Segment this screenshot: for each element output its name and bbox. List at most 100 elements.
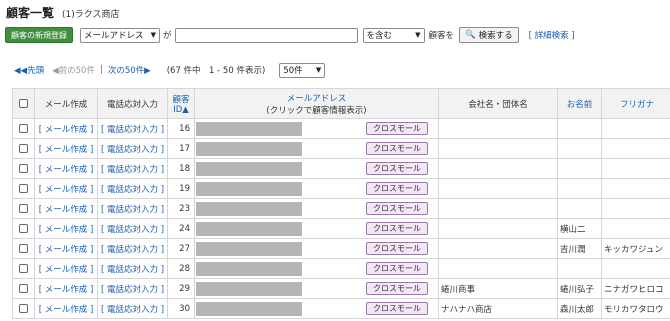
name-cell xyxy=(557,138,602,159)
search-field-select[interactable]: メールアドレス ▼ xyxy=(80,27,160,43)
customer-id: 24 xyxy=(167,218,195,239)
redacted-email[interactable] xyxy=(196,261,302,276)
crossmall-badge: クロスモール xyxy=(366,182,428,195)
row-checkbox[interactable] xyxy=(19,203,28,213)
select-all-checkbox[interactable] xyxy=(19,98,28,108)
name-cell: 蜷川弘子 xyxy=(557,278,602,299)
row-select-cell xyxy=(12,278,35,299)
kana-cell: ニナガワヒロコ xyxy=(601,278,670,299)
phone-entry-link[interactable]: [ 電話応対入力 ] xyxy=(97,298,168,319)
company-cell xyxy=(438,258,558,279)
mail-create-link[interactable]: [ メール作成 ] xyxy=(34,298,98,319)
email-cell[interactable]: クロスモール xyxy=(194,218,439,239)
phone-entry-link[interactable]: [ 電話応対入力 ] xyxy=(97,278,168,299)
name-cell xyxy=(557,158,602,179)
company-cell xyxy=(438,118,558,139)
email-cell[interactable]: クロスモール xyxy=(194,178,439,199)
redacted-email[interactable] xyxy=(196,241,302,256)
row-checkbox[interactable] xyxy=(19,143,28,153)
redacted-email[interactable] xyxy=(196,201,302,216)
email-cell[interactable]: クロスモール xyxy=(194,158,439,179)
email-cell[interactable]: クロスモール xyxy=(194,278,439,299)
mail-create-link[interactable]: [ メール作成 ] xyxy=(34,278,98,299)
header-kana[interactable]: フリガナ xyxy=(601,88,670,119)
row-checkbox[interactable] xyxy=(19,283,28,293)
name-cell xyxy=(557,198,602,219)
table-row: [ メール作成 ][ 電話応対入力 ] 29 クロスモール 蜷川商事 蜷川弘子 ニナガワヒ… xyxy=(12,278,670,299)
header-name[interactable]: お名前 xyxy=(557,88,602,119)
row-checkbox[interactable] xyxy=(19,223,28,233)
pager-next-link[interactable]: 次の50件▶ xyxy=(108,64,151,76)
header-company: 会社名・団体名 xyxy=(438,88,558,119)
table-row: [ メール作成 ][ 電話応対入力 ] 16 クロスモール xyxy=(12,118,670,139)
redacted-email[interactable] xyxy=(196,161,302,176)
table-row: [ メール作成 ][ 電話応対入力 ] 28 クロスモール xyxy=(12,258,670,279)
crossmall-badge: クロスモール xyxy=(366,122,428,135)
per-page-select[interactable]: 50件 ▼ xyxy=(279,62,326,78)
search-button[interactable]: 🔍 検索する xyxy=(459,27,519,43)
mail-create-link[interactable]: [ メール作成 ] xyxy=(34,158,98,179)
phone-entry-link[interactable]: [ 電話応対入力 ] xyxy=(97,158,168,179)
crossmall-badge: クロスモール xyxy=(366,162,428,175)
crossmall-badge: クロスモール xyxy=(366,202,428,215)
search-condition-select[interactable]: を含む ▼ xyxy=(362,27,425,43)
email-cell[interactable]: クロスモール xyxy=(194,118,439,139)
row-checkbox[interactable] xyxy=(19,163,28,173)
mail-create-link[interactable]: [ メール作成 ] xyxy=(34,118,98,139)
row-select-cell xyxy=(12,218,35,239)
chevron-down-icon: ▼ xyxy=(415,30,421,39)
redacted-email[interactable] xyxy=(196,301,302,316)
row-checkbox[interactable] xyxy=(19,123,28,133)
mail-create-link[interactable]: [ メール作成 ] xyxy=(34,178,98,199)
pager-divider: | xyxy=(99,65,103,75)
row-select-cell xyxy=(12,158,35,179)
row-checkbox[interactable] xyxy=(19,183,28,193)
phone-entry-link[interactable]: [ 電話応対入力 ] xyxy=(97,198,168,219)
phone-entry-link[interactable]: [ 電話応対入力 ] xyxy=(97,238,168,259)
header-customer-id[interactable]: 顧客 ID▲ xyxy=(167,88,195,119)
customer-id: 27 xyxy=(167,238,195,259)
redacted-email[interactable] xyxy=(196,281,302,296)
phone-entry-link[interactable]: [ 電話応対入力 ] xyxy=(97,258,168,279)
email-cell[interactable]: クロスモール xyxy=(194,238,439,259)
email-cell[interactable]: クロスモール xyxy=(194,138,439,159)
advanced-search-link[interactable]: [ 詳細検索 ] xyxy=(529,29,575,41)
row-checkbox[interactable] xyxy=(19,263,28,273)
customer-id: 18 xyxy=(167,158,195,179)
search-field-select-value: メールアドレス xyxy=(84,31,144,41)
kana-cell xyxy=(601,258,670,279)
header-email[interactable]: メールアドレス (クリックで顧客情報表示) xyxy=(194,88,439,119)
header-phone: 電話応対入力 xyxy=(97,88,168,119)
new-customer-button[interactable]: 顧客の新規登録 xyxy=(5,27,73,43)
row-checkbox[interactable] xyxy=(19,303,28,313)
mail-create-link[interactable]: [ メール作成 ] xyxy=(34,238,98,259)
search-icon: 🔍 xyxy=(465,30,476,40)
redacted-email[interactable] xyxy=(196,121,302,136)
phone-entry-link[interactable]: [ 電話応対入力 ] xyxy=(97,118,168,139)
email-cell[interactable]: クロスモール xyxy=(194,258,439,279)
search-query-input[interactable] xyxy=(174,27,358,43)
kana-cell xyxy=(601,198,670,219)
search-condition-select-value: を含む xyxy=(366,31,393,41)
redacted-email[interactable] xyxy=(196,181,302,196)
row-checkbox[interactable] xyxy=(19,243,28,253)
mail-create-link[interactable]: [ メール作成 ] xyxy=(34,258,98,279)
customer-table: メール作成 電話応対入力 顧客 ID▲ メールアドレス (クリックで顧客情報表示… xyxy=(12,88,670,319)
company-cell xyxy=(438,218,558,239)
kana-cell xyxy=(601,218,670,239)
phone-entry-link[interactable]: [ 電話応対入力 ] xyxy=(97,138,168,159)
shop-name: (1)ラクス商店 xyxy=(62,10,120,20)
redacted-email[interactable] xyxy=(196,221,302,236)
phone-entry-link[interactable]: [ 電話応対入力 ] xyxy=(97,178,168,199)
email-cell[interactable]: クロスモール xyxy=(194,298,439,319)
mail-create-link[interactable]: [ メール作成 ] xyxy=(34,138,98,159)
kana-cell xyxy=(601,178,670,199)
redacted-email[interactable] xyxy=(196,141,302,156)
mail-create-link[interactable]: [ メール作成 ] xyxy=(34,198,98,219)
pager-first-link[interactable]: ◀◀先頭 xyxy=(14,64,44,76)
email-cell[interactable]: クロスモール xyxy=(194,198,439,219)
phone-entry-link[interactable]: [ 電話応対入力 ] xyxy=(97,218,168,239)
company-cell: 蜷川商事 xyxy=(438,278,558,299)
mail-create-link[interactable]: [ メール作成 ] xyxy=(34,218,98,239)
right-arrow-icon: ▶ xyxy=(144,66,151,76)
